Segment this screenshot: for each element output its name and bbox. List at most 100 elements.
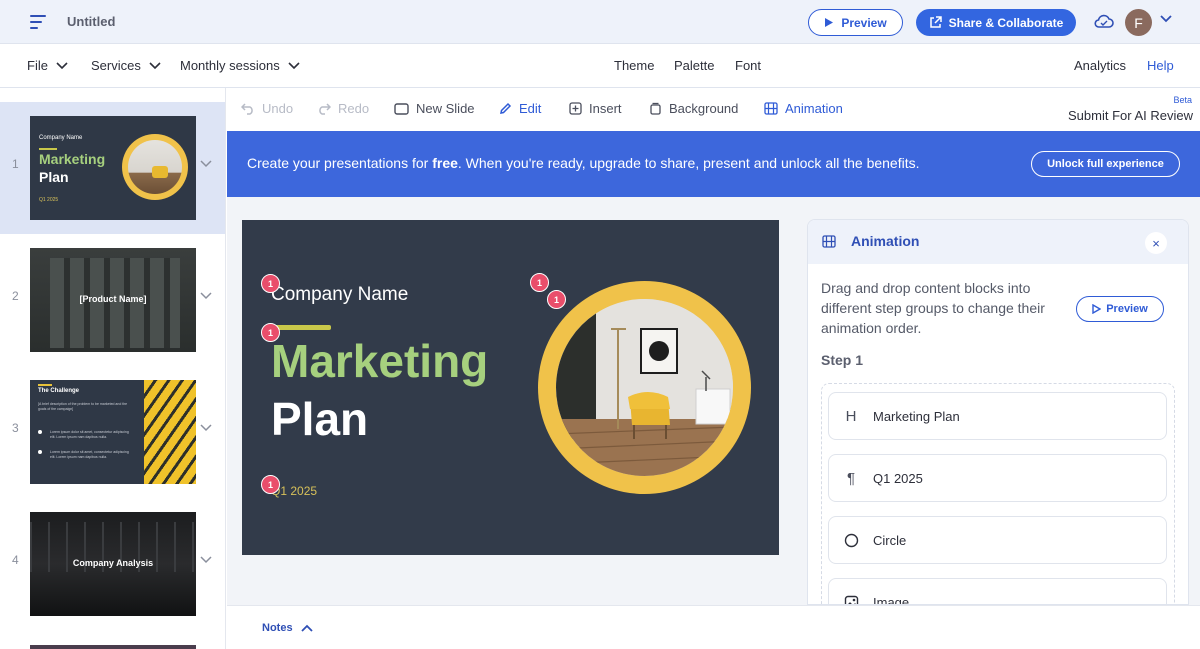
animation-block-heading[interactable]: H Marketing Plan <box>828 392 1167 440</box>
document-title[interactable]: Untitled <box>67 14 115 29</box>
animation-panel-title: Animation <box>851 233 920 249</box>
chevron-down-icon[interactable] <box>1160 15 1172 23</box>
animation-panel: Animation × Drag and drop content blocks… <box>807 219 1189 605</box>
slide-title-plan[interactable]: Plan <box>271 392 368 446</box>
undo-button[interactable]: Undo <box>241 101 293 116</box>
slide-circle[interactable] <box>538 281 751 494</box>
new-slide-button[interactable]: New Slide <box>394 101 475 116</box>
animation-button[interactable]: Animation <box>764 101 843 116</box>
thumb-bullet-dot <box>38 450 42 454</box>
slide-canvas[interactable]: Company Name Marketing Plan Q1 2025 <box>242 220 779 555</box>
redo-icon <box>319 102 331 115</box>
slide-thumbnail-3[interactable]: 3 The Challenge [A brief description of … <box>0 366 225 498</box>
user-avatar[interactable]: F <box>1125 9 1152 36</box>
edit-button[interactable]: Edit <box>499 101 541 116</box>
slide-preview: The Challenge [A brief description of th… <box>30 380 196 484</box>
background-button[interactable]: Background <box>649 101 738 116</box>
menu-palette[interactable]: Palette <box>674 58 714 73</box>
menu-services[interactable]: Services <box>91 58 161 73</box>
menu-file[interactable]: File <box>27 58 68 73</box>
chevron-down-icon[interactable] <box>200 292 212 300</box>
notes-bar: Notes <box>227 605 1200 649</box>
animation-order-badge[interactable]: 1 <box>530 273 549 292</box>
beta-badge: Beta <box>1173 95 1192 105</box>
menu-services-label: Services <box>91 58 141 73</box>
slide-company-name[interactable]: Company Name <box>271 284 408 306</box>
menu-help[interactable]: Help <box>1147 58 1174 73</box>
animation-block-paragraph[interactable]: ¶ Q1 2025 <box>828 454 1167 502</box>
animation-block-circle[interactable]: Circle <box>828 516 1167 564</box>
close-icon[interactable]: × <box>1145 232 1167 254</box>
pencil-icon <box>500 102 512 114</box>
slide-title-marketing[interactable]: Marketing <box>271 334 488 388</box>
menu-analytics[interactable]: Analytics <box>1074 58 1126 73</box>
chevron-down-icon[interactable] <box>200 160 212 168</box>
thumb-product-label: [Product Name] <box>79 294 147 304</box>
animation-block-image[interactable]: Image <box>828 578 1167 604</box>
block-label: Q1 2025 <box>873 470 923 486</box>
play-icon <box>825 18 834 27</box>
menu-theme[interactable]: Theme <box>614 58 654 73</box>
cloud-save-icon[interactable] <box>1093 12 1115 32</box>
thumb-bullet-dot <box>38 430 42 434</box>
block-label: Circle <box>873 532 907 548</box>
slide-accent-bar[interactable] <box>271 325 331 330</box>
chevron-up-icon <box>300 624 313 632</box>
insert-button[interactable]: Insert <box>569 101 622 116</box>
menu-monthly-sessions[interactable]: Monthly sessions <box>180 58 300 73</box>
chevron-down-icon <box>288 61 300 69</box>
slide-room-image[interactable] <box>556 299 733 476</box>
animation-panel-header: Animation × <box>808 220 1188 264</box>
unlock-full-experience-button[interactable]: Unlock full experience <box>1031 151 1180 177</box>
animation-label: Animation <box>785 101 843 116</box>
plus-square-icon <box>569 102 582 115</box>
thumb-challenge-title: The Challenge <box>38 388 80 394</box>
animation-order-badge[interactable]: 1 <box>261 475 280 494</box>
slide-thumbnail-5-peek[interactable] <box>30 645 196 649</box>
thumb-yellow-image <box>144 380 196 484</box>
animation-order-badge[interactable]: 1 <box>547 290 566 309</box>
room-illustration <box>556 299 733 476</box>
thumb-company: Company Name <box>39 135 83 141</box>
thumb-date: Q1 2025 <box>39 197 59 203</box>
edit-label: Edit <box>519 101 542 116</box>
notes-toggle[interactable]: Notes <box>262 622 313 634</box>
preview-button-label: Preview <box>841 15 887 30</box>
animation-order-badge[interactable]: 1 <box>261 323 280 342</box>
redo-button[interactable]: Redo <box>317 101 369 116</box>
slide-preview: [Product Name] <box>30 248 196 352</box>
slide-thumbnail-2[interactable]: 2 [Product Name] <box>0 234 225 366</box>
thumb-bullet1: Lorem ipsum dolor sit amet, consectetur … <box>50 430 129 439</box>
thumb-desc: [A brief description of the problem to b… <box>38 402 128 411</box>
hamburger-menu-icon[interactable] <box>30 14 48 30</box>
preview-button[interactable]: Preview <box>808 9 903 36</box>
chevron-down-icon[interactable] <box>200 556 212 564</box>
slide-thumbnail-4[interactable]: 4 Company Analysis <box>0 498 225 630</box>
image-icon <box>829 595 873 604</box>
menu-bar: File Services Monthly sessions Theme Pal… <box>0 44 1200 88</box>
menu-font[interactable]: Font <box>735 58 761 73</box>
undo-label: Undo <box>262 101 294 116</box>
film-icon <box>822 235 836 248</box>
animation-preview-button[interactable]: Preview <box>1076 296 1164 322</box>
step-label: Step 1 <box>821 352 864 368</box>
share-button-label: Share & Collaborate <box>948 15 1064 30</box>
paragraph-icon: ¶ <box>846 469 856 487</box>
slide-thumbnail-1[interactable]: 1 Company Name Marketing Plan Q1 2025 <box>0 102 225 234</box>
menu-file-label: File <box>27 58 48 73</box>
slide-number: 3 <box>12 421 19 435</box>
slide-number: 1 <box>12 157 19 171</box>
external-link-icon <box>929 16 942 28</box>
undo-icon <box>241 102 253 115</box>
animation-order-badge[interactable]: 1 <box>261 274 280 293</box>
circle-icon <box>829 533 873 548</box>
slide-preview: Company Analysis <box>30 512 196 616</box>
submit-ai-review-button[interactable]: Submit For AI Review <box>1068 108 1193 123</box>
slide-preview: Company Name Marketing Plan Q1 2025 <box>30 116 196 220</box>
thumb-accent-bar <box>38 384 52 386</box>
background-icon <box>650 102 661 115</box>
animation-preview-label: Preview <box>1106 303 1148 315</box>
share-collaborate-button[interactable]: Share & Collaborate <box>916 9 1076 36</box>
chevron-down-icon[interactable] <box>200 424 212 432</box>
menu-sessions-label: Monthly sessions <box>180 58 280 73</box>
